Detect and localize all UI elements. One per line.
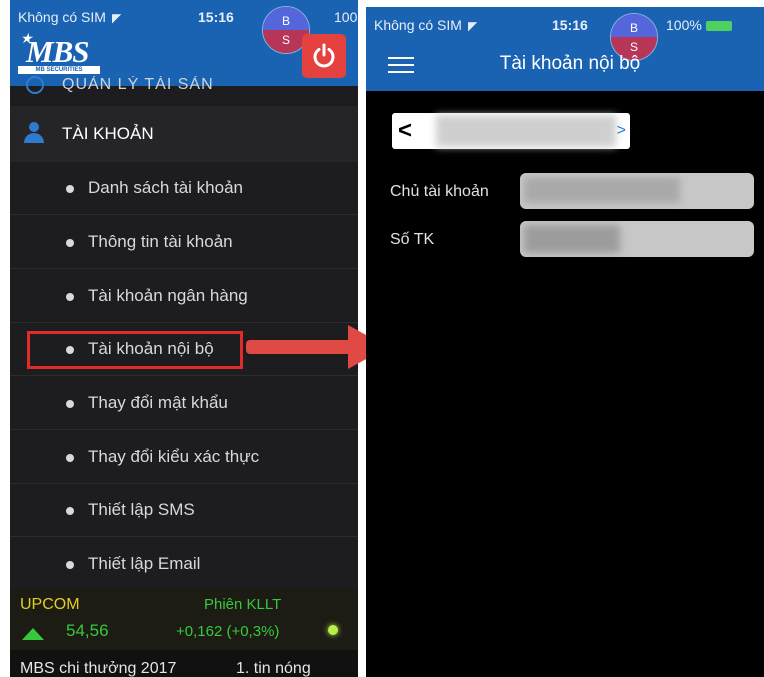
menu-item-label: Tài khoản ngân hàng <box>88 286 248 305</box>
mbs-logo: ★ MBS MB SECURITIES <box>16 30 108 76</box>
menu-item-change-auth-type[interactable]: Thay đổi kiểu xác thực <box>10 431 358 484</box>
battery-label: 100 <box>334 9 358 25</box>
status-bar: Không có SIM ◤ 15:16 100% <box>366 7 764 35</box>
menu-item-sms-settings[interactable]: Thiết lập SMS <box>10 484 358 537</box>
carrier-label: Không có SIM ◤ <box>18 9 122 25</box>
logo-subtitle: MB SECURITIES <box>18 66 100 74</box>
owner-label: Chủ tài khoản <box>390 183 489 200</box>
menu-cutoff-label: QUẢN LÝ TÀI SẢN <box>62 76 214 93</box>
ticker-price: 54,56 <box>66 621 109 640</box>
status-time: 15:16 <box>552 17 588 33</box>
chevron-right-icon[interactable]: > <box>617 122 626 140</box>
badge-top: B <box>263 7 309 30</box>
battery-icon <box>705 21 732 32</box>
wifi-icon: ◤ <box>467 19 478 33</box>
menu-item-account-list[interactable]: Danh sách tài khoản <box>10 162 358 215</box>
menu-item-bank-account[interactable]: Tài khoản ngân hàng <box>10 270 358 323</box>
news-tag: 1. tin nóng <box>236 660 311 677</box>
left-phone-screen: Không có SIM ◤ 15:16 100 B S ★ MBS MB SEC… <box>10 0 358 677</box>
live-indicator-icon <box>328 625 338 635</box>
highlight-box <box>27 331 243 369</box>
menu-item-label: Danh sách tài khoản <box>88 178 243 197</box>
account-number-field <box>520 221 754 257</box>
logo-mark: MBS <box>26 34 89 69</box>
user-icon <box>24 122 44 144</box>
battery-label: 100% <box>666 17 732 33</box>
account-selector[interactable]: < > <box>392 113 630 149</box>
chevron-left-icon[interactable]: < <box>398 117 412 145</box>
carrier-label: Không có SIM ◤ <box>374 17 478 33</box>
menu-item-label: Thiết lập SMS <box>88 500 195 519</box>
owner-field <box>520 173 754 209</box>
menu-item-account-info[interactable]: Thông tin tài khoản <box>10 216 358 269</box>
bullet-icon <box>66 239 74 247</box>
news-headline: MBS chi thưởng 2017 <box>20 660 177 677</box>
up-arrow-icon <box>22 628 44 640</box>
news-marquee[interactable]: MBS chi thưởng 2017 1. tin nóng <box>10 650 358 677</box>
logout-button[interactable] <box>302 34 346 78</box>
section-title: TÀI KHOẢN <box>62 124 154 143</box>
bullet-icon <box>66 507 74 515</box>
asset-icon <box>26 76 44 94</box>
badge-top: B <box>611 14 657 37</box>
ticker-change: +0,162 (+0,3%) <box>176 623 280 640</box>
account-number-redacted <box>524 225 620 253</box>
page-title: Tài khoản nội bộ <box>499 53 641 74</box>
owner-redacted <box>524 177 680 203</box>
left-app-header: Không có SIM ◤ 15:16 100 B S ★ MBS MB SEC… <box>10 0 358 86</box>
bullet-icon <box>66 454 74 462</box>
bullet-icon <box>66 400 74 408</box>
ticker-index: UPCOM <box>20 596 80 613</box>
menu-item-label: Thay đổi mật khẩu <box>88 393 228 412</box>
account-number-label: Số TK <box>390 231 435 248</box>
section-account[interactable]: TÀI KHOẢN <box>10 106 358 162</box>
arrow-right-icon <box>246 340 350 354</box>
bullet-icon <box>66 561 74 569</box>
menu-item-email-settings[interactable]: Thiết lập Email <box>10 538 358 591</box>
menu-item-label: Thiết lập Email <box>88 554 201 573</box>
menu-item-label: Thông tin tài khoản <box>88 232 233 251</box>
status-time: 15:16 <box>198 9 234 25</box>
menu-item-asset-management[interactable]: QUẢN LÝ TÀI SẢN <box>10 76 358 104</box>
menu-item-label: Thay đổi kiểu xác thực <box>88 447 260 466</box>
bullet-icon <box>66 185 74 193</box>
power-icon <box>313 43 335 68</box>
market-ticker[interactable]: UPCOM Phiên KLLT 54,56 +0,162 (+0,3%) <box>10 588 358 650</box>
menu-item-change-password[interactable]: Thay đổi mật khẩu <box>10 377 358 430</box>
bullet-icon <box>66 293 74 301</box>
wifi-icon: ◤ <box>111 11 122 25</box>
right-phone-screen: Không có SIM ◤ 15:16 100% B S Tài khoản n… <box>366 7 764 677</box>
account-redacted <box>436 115 616 147</box>
right-app-header: Không có SIM ◤ 15:16 100% B S Tài khoản n… <box>366 7 764 91</box>
ticker-session: Phiên KLLT <box>204 596 282 613</box>
